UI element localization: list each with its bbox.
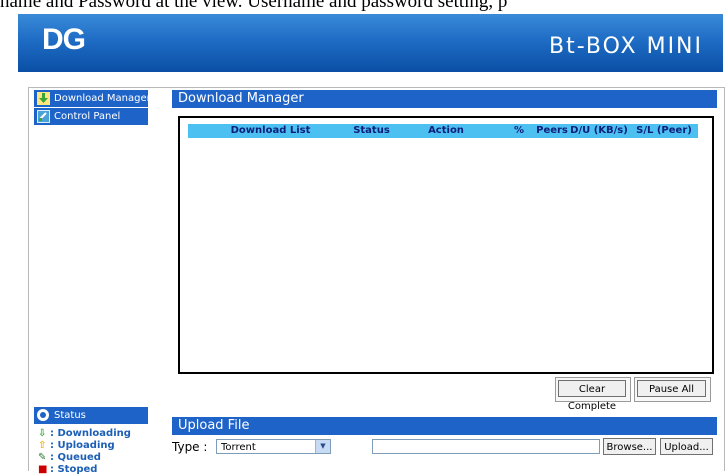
download-list[interactable]: Download List Status Action % Peers D/U …: [178, 116, 714, 374]
caption-text: name and Password at the view. Username …: [0, 0, 508, 12]
upload-button[interactable]: Upload...: [660, 438, 713, 455]
legend-queued: ✎: Queued: [38, 452, 101, 463]
sidebar-item-download-manager[interactable]: Download Manager: [34, 90, 151, 107]
type-select[interactable]: Torrent ▼: [216, 439, 331, 454]
queued-icon: ✎: [38, 452, 47, 463]
legend-label: : Queued: [50, 452, 101, 463]
caption-strip: name and Password at the view. Username …: [0, 0, 725, 14]
brand-logo: DG: [42, 23, 86, 56]
legend-label: : Uploading: [50, 440, 115, 451]
file-path-input[interactable]: [372, 439, 600, 454]
browse-button[interactable]: Browse...: [603, 438, 656, 455]
legend-uploading: ⇧: Uploading: [38, 440, 115, 451]
type-select-value: Torrent: [221, 442, 256, 453]
status-title: Status: [54, 410, 86, 421]
column-sl-peer[interactable]: S/L (Peer): [630, 124, 698, 138]
download-manager-header: Download Manager: [172, 90, 717, 108]
pause-all-button[interactable]: Pause All: [637, 380, 706, 397]
legend-downloading: ⇩: Downloading: [38, 428, 131, 439]
column-peers[interactable]: Peers: [536, 124, 568, 138]
column-status[interactable]: Status: [353, 124, 390, 138]
control-panel-icon: [37, 110, 50, 123]
column-percent[interactable]: %: [502, 124, 536, 138]
status-header: Status: [34, 407, 148, 424]
header-banner: DG Bt-BOX MINI: [18, 14, 723, 72]
type-label: Type :: [172, 440, 208, 454]
sidebar-item-label: Control Panel: [54, 111, 121, 122]
column-du-speed[interactable]: D/U (KB/s): [568, 124, 630, 138]
upload-file-header: Upload File: [172, 417, 717, 435]
sidebar-item-label: Download Manager: [54, 93, 151, 104]
sidebar-item-control-panel[interactable]: Control Panel: [34, 108, 148, 125]
header-divider: [18, 72, 723, 82]
product-name: Bt-BOX MINI: [549, 34, 703, 59]
down-arrow-icon: ⇩: [38, 428, 47, 439]
up-arrow-icon: ⇧: [38, 440, 47, 451]
column-action[interactable]: Action: [390, 124, 502, 138]
download-icon: [37, 92, 50, 105]
download-list-header: Download List Status Action % Peers D/U …: [188, 124, 698, 138]
status-icon: [37, 409, 49, 421]
clear-complete-button[interactable]: Clear Complete: [558, 380, 626, 412]
chevron-down-icon[interactable]: ▼: [315, 440, 330, 453]
column-download-list[interactable]: Download List: [188, 124, 353, 138]
legend-label: : Downloading: [50, 428, 131, 439]
